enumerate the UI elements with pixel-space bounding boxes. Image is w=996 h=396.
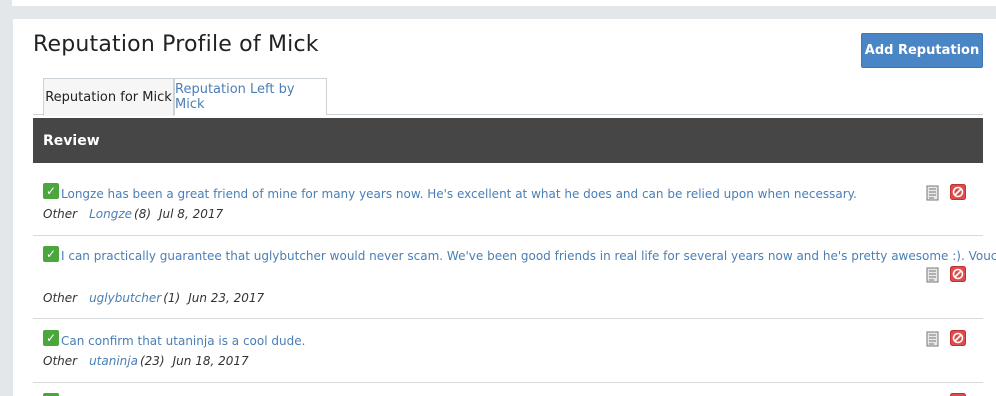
review-user-count: (23) [139, 354, 165, 368]
page-title: Reputation Profile of Mick [33, 32, 319, 57]
review-header: Review [33, 118, 983, 163]
review-type: Other [43, 207, 78, 221]
tab-bar: Reputation for Mick Reputation Left by M… [33, 78, 983, 116]
review-user-link[interactable]: Longze [89, 207, 132, 221]
report-icon[interactable] [926, 185, 939, 201]
review-message[interactable]: Can confirm that utaninja is a cool dude… [61, 334, 305, 348]
check-icon: ✓ [43, 183, 59, 199]
tab-reputation-left-by[interactable]: Reputation Left by Mick [174, 78, 327, 115]
review-date: Jul 8, 2017 [159, 207, 224, 221]
left-strip [0, 0, 12, 396]
review-user-link[interactable]: utaninja [89, 354, 138, 368]
check-icon: ✓ [43, 330, 59, 346]
review-meta: Other utaninja (23) Jun 18, 2017 [43, 354, 249, 368]
review-message[interactable]: Longze has been a great friend of mine f… [61, 187, 857, 201]
review-type: Other [43, 354, 78, 368]
delete-icon[interactable] [950, 184, 966, 200]
review-row: ✓ Can confirm that utaninja is a cool du… [33, 319, 983, 383]
add-reputation-button[interactable]: Add Reputation [861, 33, 983, 68]
top-bar [0, 0, 996, 6]
review-meta: Other uglybutcher (1) Jun 23, 2017 [43, 291, 264, 305]
review-row: ✓ [33, 383, 983, 396]
review-meta: Other Longze (8) Jul 8, 2017 [43, 207, 223, 221]
review-date: Jun 23, 2017 [188, 291, 265, 305]
review-user-count: (1) [163, 291, 181, 305]
review-user-link[interactable]: uglybutcher [89, 291, 161, 305]
review-user-count: (8) [134, 207, 152, 221]
reputation-card: Reputation Profile of Mick Add Reputatio… [13, 19, 996, 396]
review-message[interactable]: I can practically guarantee that uglybut… [61, 249, 996, 263]
report-icon[interactable] [926, 331, 939, 347]
review-date: Jun 18, 2017 [172, 354, 249, 368]
check-icon: ✓ [43, 246, 59, 262]
report-icon[interactable] [926, 267, 939, 283]
review-row: ✓ I can practically guarantee that uglyb… [33, 236, 996, 319]
delete-icon[interactable] [950, 266, 966, 282]
tab-reputation-for[interactable]: Reputation for Mick [43, 78, 174, 116]
review-row: ✓ Longze has been a great friend of mine… [33, 163, 983, 236]
review-list: ✓ Longze has been a great friend of mine… [33, 163, 996, 396]
delete-icon[interactable] [950, 330, 966, 346]
review-type: Other [43, 291, 78, 305]
